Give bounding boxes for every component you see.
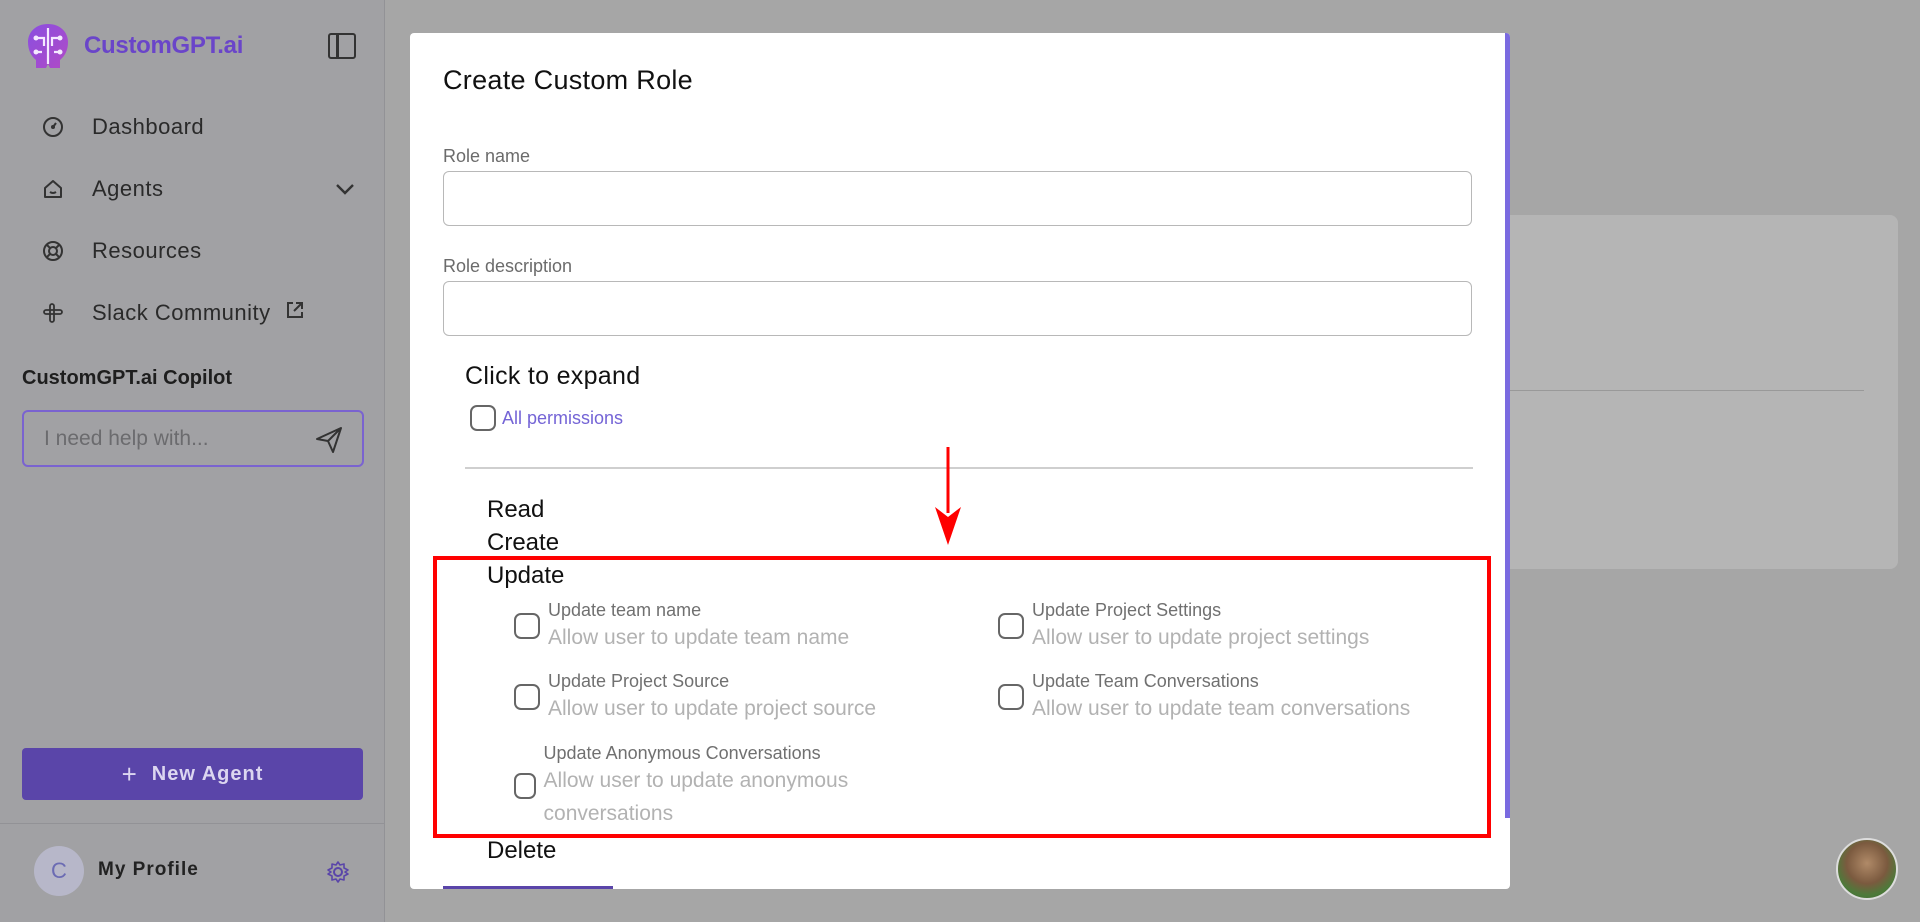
sidebar-item-label: Resources — [92, 238, 202, 263]
all-permissions-checkbox[interactable] — [470, 405, 496, 431]
sidebar-toggle-icon[interactable] — [328, 33, 356, 59]
sidebar-item-agents[interactable]: Agents — [22, 158, 362, 220]
all-permissions-label[interactable]: All permissions — [502, 408, 623, 429]
role-description-input[interactable] — [443, 281, 1472, 336]
section-divider — [465, 467, 1473, 469]
copilot-title: CustomGPT.ai Copilot — [22, 367, 232, 389]
profile-name[interactable]: My Profile — [98, 859, 199, 881]
modal-title: Create Custom Role — [443, 65, 693, 95]
role-name-input[interactable] — [443, 171, 1472, 226]
brand-logo[interactable]: CustomGPT.ai — [22, 20, 243, 72]
background-panel — [1500, 215, 1898, 569]
sidebar-item-slack-community[interactable]: Slack Community — [22, 282, 362, 344]
home-icon — [42, 178, 64, 200]
gear-icon[interactable] — [326, 860, 350, 884]
new-agent-button[interactable]: + New Agent — [22, 748, 363, 800]
arrow-down-icon — [935, 447, 961, 545]
sidebar-item-dashboard[interactable]: Dashboard — [22, 96, 362, 158]
lifebuoy-icon — [42, 240, 64, 262]
new-agent-label: New Agent — [151, 762, 264, 785]
chevron-down-icon[interactable] — [334, 176, 356, 202]
brand-name: CustomGPT.ai — [84, 32, 244, 59]
section-delete[interactable]: Delete — [487, 837, 556, 865]
sidebar-item-resources[interactable]: Resources — [22, 220, 362, 282]
copilot-input-box — [22, 410, 364, 467]
copilot-input[interactable] — [44, 424, 304, 454]
external-link-icon — [285, 300, 305, 326]
divider — [1500, 390, 1864, 391]
brain-logo-icon — [28, 24, 68, 68]
sidebar-nav: Dashboard Agents Resources Slack Communi… — [22, 96, 362, 344]
sidebar-item-label: Dashboard — [92, 114, 205, 139]
dashboard-gauge-icon — [42, 116, 64, 138]
highlight-box — [433, 556, 1491, 838]
expand-title[interactable]: Click to expand — [465, 362, 640, 391]
send-icon[interactable] — [314, 425, 344, 455]
role-description-label: Role description — [443, 256, 573, 276]
slack-icon — [42, 302, 64, 324]
role-name-label: Role name — [443, 146, 531, 166]
section-read[interactable]: Read — [487, 496, 544, 524]
sidebar-item-label: Slack Community — [92, 300, 271, 325]
avatar[interactable]: C — [34, 846, 84, 896]
all-permissions-row[interactable]: All permissions — [470, 405, 623, 431]
submit-button-edge[interactable] — [443, 886, 613, 889]
modal-scrollbar[interactable] — [1505, 33, 1510, 818]
support-chat-avatar[interactable] — [1836, 838, 1898, 900]
section-create[interactable]: Create — [487, 529, 559, 557]
plus-icon: + — [121, 758, 138, 789]
profile-bar: C My Profile — [0, 823, 385, 922]
sidebar: CustomGPT.ai Dashboard Agents Resources — [0, 0, 385, 922]
sidebar-item-label: Agents — [92, 176, 164, 201]
